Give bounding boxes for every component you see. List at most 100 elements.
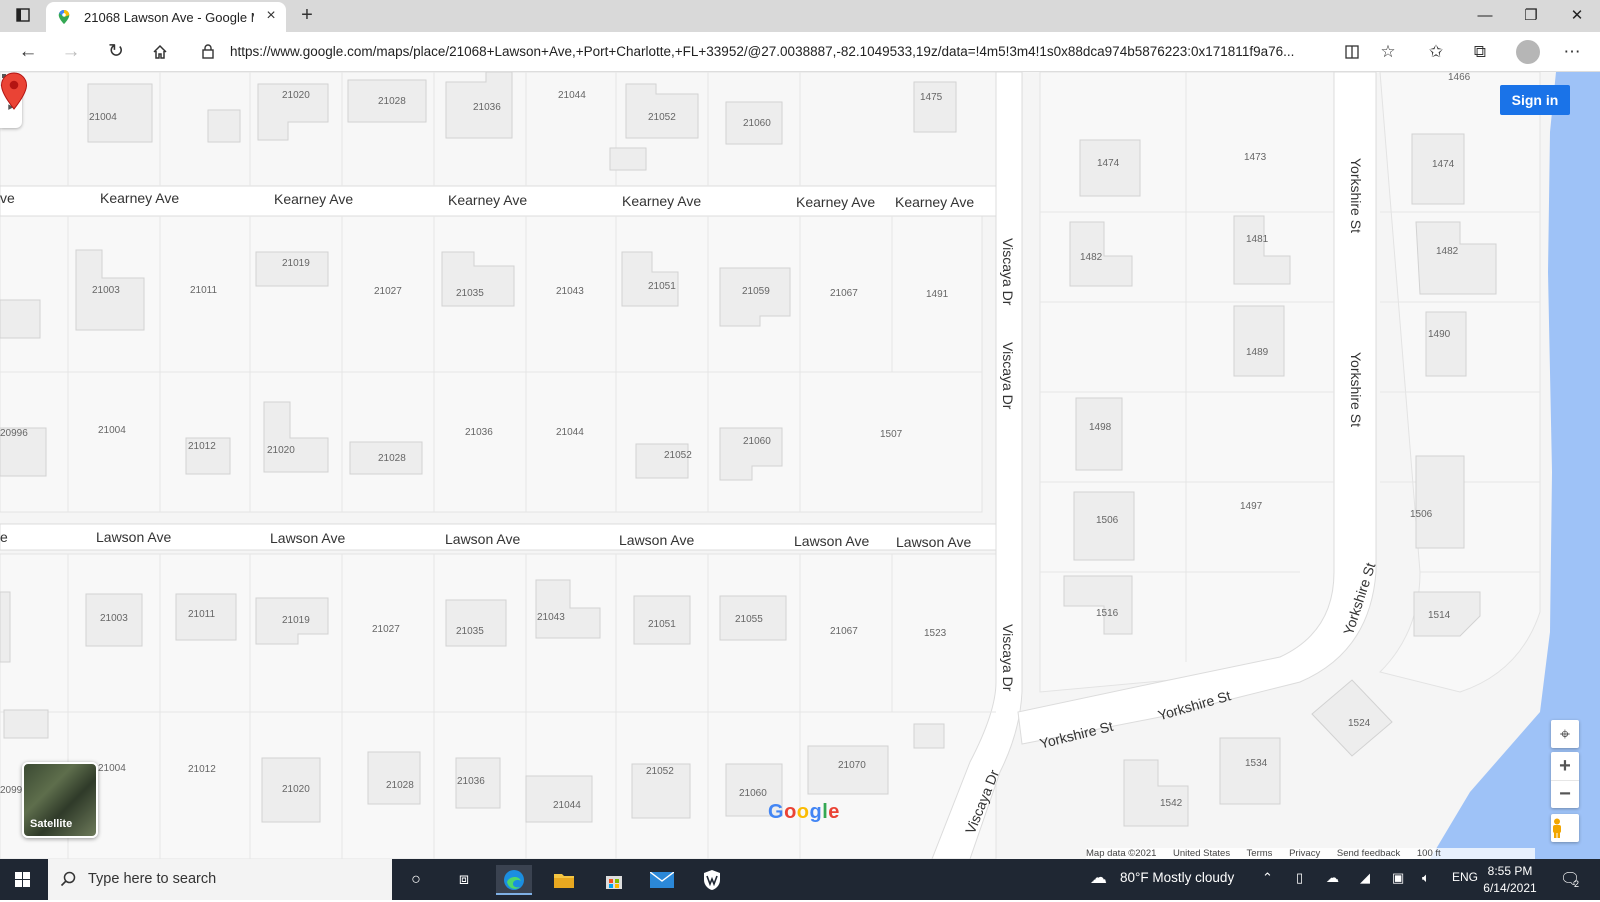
- tab-actions-icon[interactable]: [8, 6, 38, 28]
- store-icon[interactable]: [596, 865, 632, 895]
- maximize-button[interactable]: ❐: [1508, 4, 1554, 28]
- zoom-in-button[interactable]: +: [1551, 752, 1579, 780]
- lock-icon[interactable]: [202, 43, 214, 59]
- lot-number: 21043: [537, 612, 565, 623]
- my-location-icon[interactable]: ⌖: [1551, 720, 1579, 748]
- lot-number: 21070: [838, 760, 866, 771]
- street-view-pegman-icon[interactable]: [1551, 814, 1579, 842]
- street-label-kearney: Kearney Ave: [796, 194, 876, 210]
- lot-number: 21036: [457, 776, 485, 787]
- windows-start-icon[interactable]: [8, 867, 38, 893]
- edge-browser-icon[interactable]: [496, 865, 532, 895]
- lot-number: 21011: [190, 285, 218, 296]
- search-placeholder: Type here to search: [88, 871, 217, 887]
- street-label-viscaya: Viscaya Dr: [1000, 342, 1016, 410]
- lot-number: 21060: [743, 436, 771, 447]
- weather-cloud-icon[interactable]: ☁: [1090, 868, 1107, 888]
- lot-number: 1489: [1246, 347, 1269, 358]
- minimize-button[interactable]: —: [1462, 4, 1508, 28]
- new-tab-button[interactable]: +: [295, 4, 319, 27]
- more-menu-icon[interactable]: ⋯: [1558, 39, 1586, 65]
- tab-title: 21068 Lawson Ave - Google Maps: [84, 10, 254, 25]
- close-window-button[interactable]: ✕: [1554, 4, 1600, 28]
- street-label-kearney: Kearney Ave: [274, 191, 354, 207]
- lot-number: 21004: [98, 763, 126, 774]
- tab-close-icon[interactable]: ×: [262, 7, 280, 25]
- lot-number: 21020: [282, 784, 310, 795]
- notification-count: 2: [1574, 879, 1580, 889]
- lot-number: 1481: [1246, 234, 1269, 245]
- mail-icon[interactable]: [644, 865, 680, 895]
- terms-link[interactable]: Terms: [1247, 848, 1273, 859]
- onedrive-cloud-icon[interactable]: ☁: [1326, 870, 1339, 886]
- split-screen-icon[interactable]: [1338, 39, 1366, 65]
- lot-number: 21060: [739, 788, 767, 799]
- lot-number: 21051: [648, 281, 676, 292]
- street-label-lawson: Lawson Ave: [619, 532, 695, 548]
- lot-number: 1497: [1240, 501, 1263, 512]
- forward-arrow-icon[interactable]: →: [57, 39, 85, 65]
- street-label-lawson: Lawson Ave: [896, 534, 972, 550]
- country-link[interactable]: United States: [1173, 848, 1230, 859]
- device-icon[interactable]: ▯: [1296, 870, 1303, 886]
- lot-number: 21004: [89, 112, 117, 123]
- address-bar[interactable]: https://www.google.com/maps/place/21068+…: [194, 38, 1374, 66]
- lot-number: 1491: [926, 289, 949, 300]
- lot-number: 1524: [1348, 718, 1371, 729]
- lot-number: 21028: [386, 780, 414, 791]
- street-label-lawson: Lawson Ave: [96, 529, 172, 545]
- lot-number: 21004: [98, 425, 126, 436]
- lot-number: 1482: [1436, 246, 1459, 257]
- taskbar-search-box[interactable]: Type here to search: [48, 859, 392, 900]
- lot-number: 21055: [735, 614, 763, 625]
- location-pin-icon[interactable]: [0, 72, 28, 110]
- defender-shield-icon[interactable]: [694, 865, 730, 895]
- privacy-link[interactable]: Privacy: [1289, 848, 1320, 859]
- profile-avatar[interactable]: [1516, 40, 1540, 64]
- lot-number: 21051: [648, 619, 676, 630]
- lot-number: 21028: [378, 453, 406, 464]
- street-label-lawson: Lawson Ave: [270, 530, 346, 546]
- lot-number: 21035: [456, 626, 484, 637]
- map-footer: Map data ©2021 United States Terms Priva…: [1086, 848, 1535, 859]
- street-label-kearney: Kearney Ave: [895, 194, 975, 210]
- lot-number: 1542: [1160, 798, 1183, 809]
- system-clock[interactable]: 8:55 PM 6/14/2021: [1482, 863, 1538, 897]
- send-feedback-link[interactable]: Send feedback: [1337, 848, 1400, 859]
- url-text[interactable]: https://www.google.com/maps/place/21068+…: [230, 44, 1340, 59]
- sign-in-button[interactable]: Sign in: [1500, 85, 1570, 115]
- collections-icon[interactable]: ⧉: [1466, 39, 1494, 65]
- weather-text[interactable]: 80°F Mostly cloudy: [1120, 870, 1234, 885]
- lot-number: 21052: [646, 766, 674, 777]
- chevron-up-icon[interactable]: ⌃: [1262, 870, 1273, 886]
- lot-number: 21052: [664, 450, 692, 461]
- file-explorer-icon[interactable]: [546, 865, 582, 895]
- browser-window: 21068 Lawson Ave - Google Maps × + — ❐ ✕…: [0, 0, 1600, 900]
- back-arrow-icon[interactable]: ←: [14, 39, 42, 65]
- lot-number: 21067: [830, 288, 858, 299]
- cortana-icon[interactable]: ○: [398, 865, 434, 895]
- lot-number: 1466: [1448, 72, 1471, 83]
- volume-icon[interactable]: 🔈︎: [1422, 870, 1430, 886]
- task-view-icon[interactable]: ⧈: [446, 865, 482, 895]
- lot-number: 1490: [1428, 329, 1451, 340]
- lot-number: 21044: [558, 90, 586, 101]
- refresh-icon[interactable]: ↻: [102, 39, 130, 65]
- lot-number: 1473: [1244, 152, 1267, 163]
- lot-number: 21012: [188, 764, 216, 775]
- map-canvas[interactable]: 21004 21020 21028 21036 21044 21052 2106…: [0, 72, 1600, 859]
- lot-number: 1523: [924, 628, 947, 639]
- home-icon[interactable]: [146, 39, 174, 65]
- favorites-icon[interactable]: ✩: [1422, 39, 1450, 65]
- street-label-viscaya: Viscaya Dr: [1000, 624, 1016, 692]
- language-indicator[interactable]: ENG: [1452, 870, 1478, 884]
- scale-bar[interactable]: 100 ft: [1416, 848, 1521, 859]
- add-favorite-icon[interactable]: ☆: [1374, 39, 1402, 65]
- wifi-icon[interactable]: ◢: [1360, 870, 1370, 886]
- tab-active[interactable]: 21068 Lawson Ave - Google Maps ×: [46, 2, 286, 32]
- satellite-layer-toggle[interactable]: Satellite: [22, 762, 98, 838]
- clock-time: 8:55 PM: [1487, 864, 1533, 878]
- zoom-out-button[interactable]: −: [1551, 780, 1579, 808]
- meet-now-icon[interactable]: ▣: [1392, 870, 1404, 886]
- lot-number: 1474: [1097, 158, 1120, 169]
